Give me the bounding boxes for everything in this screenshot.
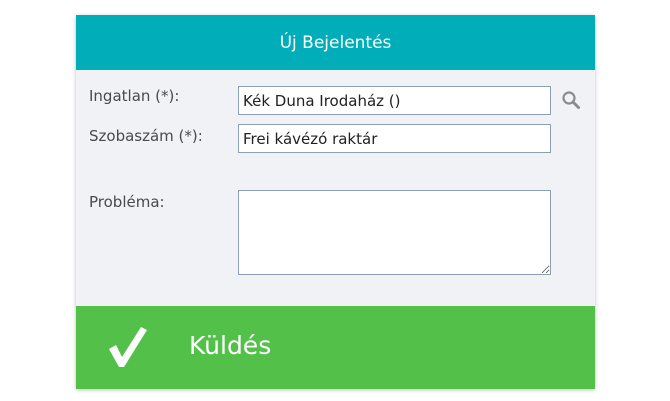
report-form: Ingatlan (*): Szobaszám (*): Probléma:: [76, 70, 595, 306]
new-report-card: Új Bejelentés Ingatlan (*): Szobaszám (*…: [76, 15, 595, 389]
property-input[interactable]: [238, 86, 551, 115]
check-icon: [106, 324, 150, 370]
problem-label: Probléma:: [89, 193, 165, 211]
room-input[interactable]: [238, 124, 551, 153]
property-label: Ingatlan (*):: [89, 87, 180, 105]
search-icon[interactable]: [560, 89, 582, 111]
page-title: Új Bejelentés: [279, 32, 392, 53]
problem-textarea[interactable]: [238, 190, 551, 275]
room-label: Szobaszám (*):: [89, 127, 203, 145]
submit-label: Küldés: [189, 331, 272, 360]
card-header: Új Bejelentés: [76, 15, 595, 70]
submit-button[interactable]: Küldés: [76, 306, 595, 389]
